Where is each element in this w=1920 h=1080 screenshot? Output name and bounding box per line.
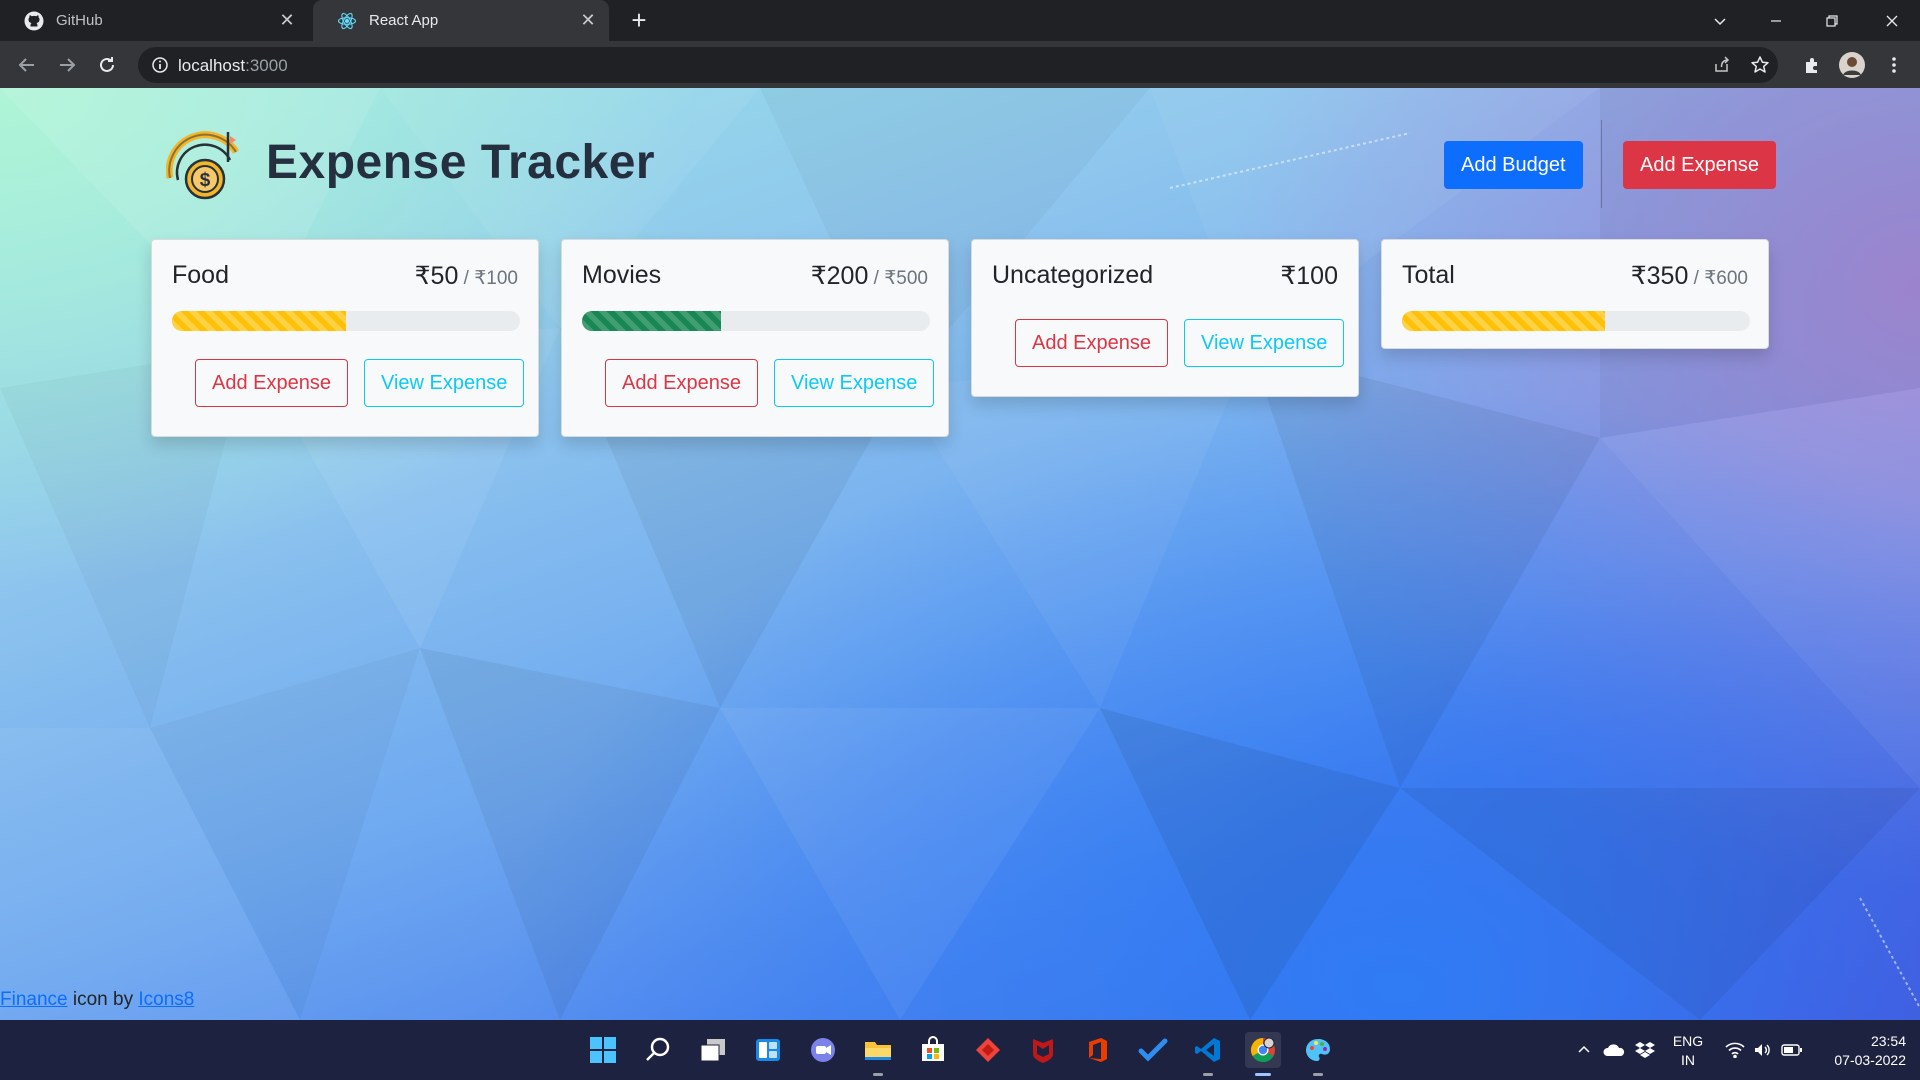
chrome-menu-icon[interactable] <box>1880 51 1908 79</box>
finance-icon-link[interactable]: Finance <box>0 989 68 1010</box>
volume-icon[interactable] <box>1750 1020 1776 1080</box>
budget-amount: ₹200 / ₹500 <box>810 262 928 290</box>
forward-icon[interactable] <box>51 49 83 81</box>
background-facets <box>0 88 1920 1020</box>
back-icon[interactable] <box>11 49 43 81</box>
add-expense-button[interactable]: Add Expense <box>195 359 348 407</box>
app-header: $ Expense Tracker <box>165 122 656 202</box>
wifi-icon[interactable] <box>1722 1020 1748 1080</box>
icon-credit: Finance icon by Icons8 <box>0 989 194 1011</box>
progress-fill <box>582 311 722 331</box>
add-expense-button[interactable]: Add Expense <box>605 359 758 407</box>
budget-card-food: Food ₹50 / ₹100 Add Expense View Expense <box>151 239 539 437</box>
tab-title: React App <box>369 12 439 29</box>
budget-card-total: Total ₹350 / ₹600 <box>1381 239 1769 349</box>
finance-logo-icon: $ <box>165 122 246 202</box>
view-expense-button[interactable]: View Expense <box>774 359 935 407</box>
site-info-icon[interactable] <box>150 55 170 75</box>
app-title: Expense Tracker <box>266 135 656 189</box>
progress-fill <box>172 311 346 331</box>
windows-taskbar: ENG IN 23:54 07-03-2022 <box>0 1020 1920 1080</box>
restore-icon[interactable] <box>1804 0 1860 41</box>
tab-github[interactable]: GitHub ✕ <box>0 0 308 41</box>
credit-text: icon by <box>67 989 139 1010</box>
region-code: IN <box>1681 1052 1695 1068</box>
teams-chat-icon[interactable] <box>805 1032 841 1068</box>
budget-name: Movies <box>582 261 662 289</box>
anydesk-icon[interactable] <box>970 1032 1006 1068</box>
file-explorer-icon[interactable] <box>860 1032 896 1076</box>
header-divider <box>1601 120 1602 208</box>
budget-progress <box>582 311 930 331</box>
browser-toolbar: localhost:3000 <box>0 41 1920 88</box>
search-icon[interactable] <box>640 1032 676 1068</box>
github-icon <box>24 11 44 31</box>
todo-icon[interactable] <box>1135 1032 1171 1068</box>
budget-name: Total <box>1402 261 1455 289</box>
windows-start-icon[interactable] <box>585 1032 621 1068</box>
react-icon <box>337 11 357 31</box>
running-indicator <box>1255 1073 1271 1076</box>
language-indicator[interactable]: ENG IN <box>1668 1032 1708 1070</box>
view-expense-button[interactable]: View Expense <box>1184 319 1345 367</box>
system-clock[interactable]: 23:54 07-03-2022 <box>1820 1032 1906 1070</box>
address-bar[interactable]: localhost:3000 <box>138 47 1778 83</box>
office-icon[interactable] <box>1080 1032 1116 1068</box>
add-expense-button[interactable]: Add Expense <box>1015 319 1168 367</box>
close-tab-icon[interactable]: ✕ <box>579 11 597 29</box>
tab-search-icon[interactable] <box>1692 0 1748 41</box>
extensions-icon[interactable] <box>1798 51 1826 79</box>
add-expense-button[interactable]: Add Expense <box>1623 141 1776 189</box>
running-indicator <box>873 1073 883 1076</box>
url-text: localhost:3000 <box>178 56 288 75</box>
tab-title: GitHub <box>56 12 103 29</box>
budget-name: Food <box>172 261 229 289</box>
new-tab-icon[interactable]: + <box>624 6 654 36</box>
dropbox-icon[interactable] <box>1632 1020 1658 1080</box>
clock-time: 23:54 <box>1870 1033 1906 1049</box>
mcafee-icon[interactable] <box>1025 1032 1061 1068</box>
budget-progress <box>172 311 520 331</box>
show-hidden-icons-icon[interactable] <box>1572 1020 1596 1080</box>
store-icon[interactable] <box>915 1032 951 1068</box>
minimize-icon[interactable] <box>1748 0 1804 41</box>
budget-progress <box>1402 311 1750 331</box>
running-indicator <box>1313 1073 1323 1076</box>
clock-date: 07-03-2022 <box>1834 1052 1906 1068</box>
running-indicator <box>1203 1073 1213 1076</box>
budget-amount: ₹100 <box>1280 262 1338 290</box>
view-expense-button[interactable]: View Expense <box>364 359 525 407</box>
chrome-icon[interactable] <box>1245 1032 1281 1076</box>
widgets-icon[interactable] <box>750 1032 786 1068</box>
svg-text:$: $ <box>200 170 211 191</box>
tab-react-app[interactable]: React App ✕ <box>313 0 609 41</box>
web-page: $ Expense Tracker Add Budget Add Expense… <box>0 88 1920 1020</box>
progress-fill <box>1402 311 1605 331</box>
add-budget-button[interactable]: Add Budget <box>1444 141 1583 189</box>
budget-amount: ₹350 / ₹600 <box>1630 262 1748 290</box>
bookmark-star-icon[interactable] <box>1750 55 1770 75</box>
task-view-icon[interactable] <box>695 1032 731 1068</box>
budget-name: Uncategorized <box>992 261 1154 289</box>
onedrive-icon[interactable] <box>1600 1020 1628 1080</box>
budget-amount: ₹50 / ₹100 <box>414 262 518 290</box>
language-code: ENG <box>1672 1033 1704 1049</box>
vscode-icon[interactable] <box>1190 1032 1226 1076</box>
paint-icon[interactable] <box>1300 1032 1336 1076</box>
share-icon[interactable] <box>1712 55 1732 75</box>
profile-avatar[interactable] <box>1838 51 1866 79</box>
budget-card-movies: Movies ₹200 / ₹500 Add Expense View Expe… <box>561 239 949 437</box>
close-window-icon[interactable] <box>1864 0 1920 41</box>
browser-tab-strip: GitHub ✕ React App ✕ + <box>0 0 1920 41</box>
battery-icon[interactable] <box>1778 1020 1806 1080</box>
icons8-link[interactable]: Icons8 <box>138 989 194 1010</box>
reload-icon[interactable] <box>91 49 123 81</box>
close-tab-icon[interactable]: ✕ <box>278 11 296 29</box>
budget-card-uncategorized: Uncategorized ₹100 Add Expense View Expe… <box>971 239 1359 397</box>
